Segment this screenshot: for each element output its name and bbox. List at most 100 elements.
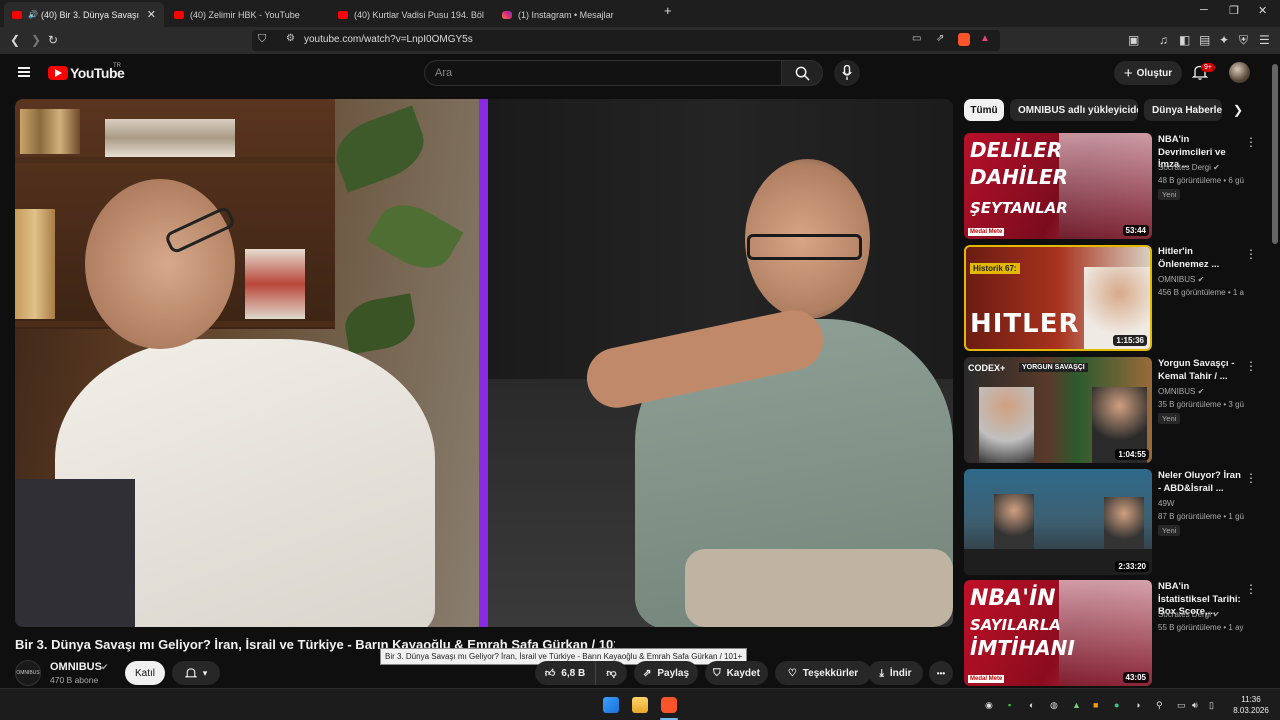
address-bar[interactable]: ⛉ ⚙ youtube.com/watch?v=LnpI0OMGY5s ▭ ⇗ … (252, 30, 1000, 51)
cast-icon[interactable]: ▭ (912, 33, 921, 44)
tray-app-icon[interactable]: ● (1114, 700, 1119, 710)
more-options-icon[interactable]: ⋮ (1245, 471, 1257, 485)
speaker-icon[interactable]: 🔊 (28, 10, 38, 19)
brave-browser-icon[interactable] (661, 697, 677, 713)
brave-rewards-icon[interactable]: ▲ (980, 33, 990, 44)
recommendation-item[interactable]: DELİLER DAHİLER ŞEYTANLAR Medal Mete 53:… (964, 133, 1264, 239)
recommendation-channel[interactable]: Socrates Dergi ✔ (1158, 610, 1220, 619)
volume-icon[interactable]: 🔊︎ (1192, 700, 1198, 711)
create-button[interactable]: + Oluştur (1114, 61, 1182, 85)
channel-avatar[interactable]: OMNIBUS (15, 660, 41, 686)
tray-app-icon[interactable]: ◑ (1135, 700, 1140, 710)
video-player[interactable] (15, 99, 953, 627)
site-info-icon[interactable]: ⚙ (286, 33, 295, 44)
more-options-icon[interactable]: ⋮ (1245, 582, 1257, 596)
screenshot-icon[interactable]: ▣ (1128, 33, 1139, 47)
tab-kurtlar-vadisi[interactable]: (40) Kurtlar Vadisi Pusu 194. Bölüm - (330, 2, 492, 27)
video-thumbnail[interactable]: 2:33:20 (964, 469, 1152, 575)
like-count: 6,8 B (561, 667, 586, 679)
more-options-icon[interactable]: ⋮ (1245, 135, 1257, 149)
search-input[interactable] (425, 61, 765, 85)
video-thumbnail[interactable]: CODEX+ YORGUN SAVAŞÇI 1:04:55 (964, 357, 1152, 463)
tray-app-icon[interactable]: ■ (1093, 700, 1098, 710)
thumbnail-photo (979, 387, 1034, 463)
chip-from-uploader[interactable]: OMNIBUS adlı yükleyiciden (1010, 99, 1138, 121)
video-duration: 43:05 (1122, 672, 1149, 683)
tray-app-icon[interactable]: ◉ (985, 700, 993, 711)
video-thumbnail[interactable]: DELİLER DAHİLER ŞEYTANLAR Medal Mete 53:… (964, 133, 1152, 239)
thumbnail-photo (1059, 133, 1152, 239)
music-icon[interactable]: ♫ (1159, 33, 1168, 47)
tray-app-icon[interactable]: ▲ (1072, 700, 1081, 710)
tray-app-icon[interactable]: ◍ (1050, 700, 1058, 711)
tab-instagram[interactable]: (1) Instagram • Mesajlar (494, 2, 656, 27)
search-box[interactable] (424, 60, 782, 86)
tray-app-icon[interactable]: ◐ (1029, 700, 1034, 710)
recommendation-item[interactable]: 2:33:20 Neler Oluyor? İran - ABD&İsrail … (964, 469, 1264, 575)
video-thumbnail[interactable]: NBA'İN SAYILARLA İMTİHANI Medal Mete 43:… (964, 580, 1152, 686)
share-page-icon[interactable]: ⇗ (936, 33, 944, 44)
close-window-button[interactable]: ✕ (1258, 4, 1267, 17)
youtube-logo-icon[interactable] (48, 66, 68, 80)
taskbar-clock[interactable]: 11:36 8.03.2026 (1226, 694, 1276, 716)
recommendation-item[interactable]: NBA'İN SAYILARLA İMTİHANI Medal Mete 43:… (964, 580, 1264, 686)
recommendation-title[interactable]: Yorgun Savaşçı - Kemal Tahir / ... (1158, 358, 1242, 383)
forward-icon[interactable]: ❯ (31, 33, 41, 47)
recommendation-title[interactable]: Hitler'in Önlenemez ... (1158, 246, 1242, 271)
recommendation-channel[interactable]: OMNIBUS ✔ (1158, 387, 1204, 396)
new-badge: Yeni (1158, 525, 1181, 536)
close-tab-icon[interactable]: ✕ (147, 8, 156, 21)
recommendation-title[interactable]: Neler Oluyor? İran - ABD&İsrail ... (1158, 470, 1242, 495)
tab-active[interactable]: 🔊 (40) Bir 3. Dünya Savaşı mı Ge ✕ (4, 2, 164, 27)
voice-search-button[interactable] (834, 60, 860, 86)
brave-shields-icon[interactable] (958, 33, 970, 46)
page-scrollbar[interactable] (1270, 54, 1280, 688)
battery-icon[interactable]: ▯ (1209, 700, 1214, 711)
more-actions-button[interactable]: ••• (929, 661, 953, 685)
save-button[interactable]: ⛉ Kaydet (705, 661, 768, 685)
like-button[interactable]: 👍︎ 6,8 B (535, 661, 595, 685)
bookmark-icon[interactable]: ⛉ (258, 33, 266, 46)
recommendation-item[interactable]: CODEX+ YORGUN SAVAŞÇI 1:04:55 Yorgun Sav… (964, 357, 1264, 463)
recommendation-channel[interactable]: OMNIBUS ✔ (1158, 275, 1204, 284)
recommendation-item[interactable]: Historik 67: HITLER 1:15:36 Hitler'in Ön… (964, 245, 1264, 351)
video-thumbnail[interactable]: Historik 67: HITLER 1:15:36 (964, 245, 1152, 351)
network-icon[interactable]: ▭ (1177, 700, 1186, 711)
download-button[interactable]: ⤓ İndir (868, 661, 923, 685)
restore-button[interactable]: ❐ (1229, 4, 1239, 17)
search-button[interactable] (781, 60, 823, 86)
tray-nvidia-icon[interactable]: ▪ (1008, 700, 1011, 710)
file-explorer-icon[interactable] (632, 697, 648, 713)
join-button[interactable]: Katıl (125, 661, 165, 685)
wallet-icon[interactable]: ▤ (1199, 33, 1210, 47)
chevron-right-icon[interactable]: ❯ (1233, 103, 1243, 117)
guide-menu-icon[interactable] (18, 67, 30, 77)
recommendation-channel[interactable]: 49W (1158, 499, 1174, 508)
leo-ai-icon[interactable]: ✦ (1219, 33, 1229, 47)
share-button[interactable]: ⇗ Paylaş (634, 661, 698, 685)
minimize-button[interactable]: ─ (1200, 4, 1208, 16)
scrollbar-thumb[interactable] (1272, 64, 1278, 244)
chip-all[interactable]: Tümü (964, 99, 1004, 121)
new-tab-button[interactable]: + (664, 3, 672, 18)
subscription-bell-button[interactable]: ▾ (172, 661, 220, 685)
menu-icon[interactable]: ☰ (1259, 33, 1270, 47)
windows-start-icon[interactable] (603, 697, 619, 713)
url-text[interactable]: youtube.com/watch?v=LnpI0OMGY5s (304, 34, 473, 45)
sidebar-icon[interactable]: ◧ (1179, 33, 1190, 47)
dislike-button[interactable]: 👎︎ (595, 661, 627, 685)
reload-icon[interactable]: ↻ (48, 33, 58, 47)
more-options-icon[interactable]: ⋮ (1245, 359, 1257, 373)
recommendation-channel[interactable]: Socrates Dergi ✔ (1158, 163, 1220, 172)
tab-title: (1) Instagram • Mesajlar (518, 9, 614, 20)
channel-name[interactable]: OMNIBUS (50, 661, 102, 673)
thanks-button[interactable]: ♡ Teşekkürler (775, 661, 871, 685)
account-avatar[interactable] (1229, 62, 1250, 83)
tab-zelimir[interactable]: (40) Zelimir HBK - YouTube (166, 2, 328, 27)
channel-label: Socrates Dergi (1158, 163, 1211, 172)
more-options-icon[interactable]: ⋮ (1245, 247, 1257, 261)
chip-world-news[interactable]: Dünya Haberler (1144, 99, 1222, 121)
tray-app-icon[interactable]: ⚲ (1156, 700, 1163, 711)
vpn-icon[interactable]: ⛨ (1239, 33, 1248, 47)
back-icon[interactable]: ❮ (10, 33, 20, 47)
